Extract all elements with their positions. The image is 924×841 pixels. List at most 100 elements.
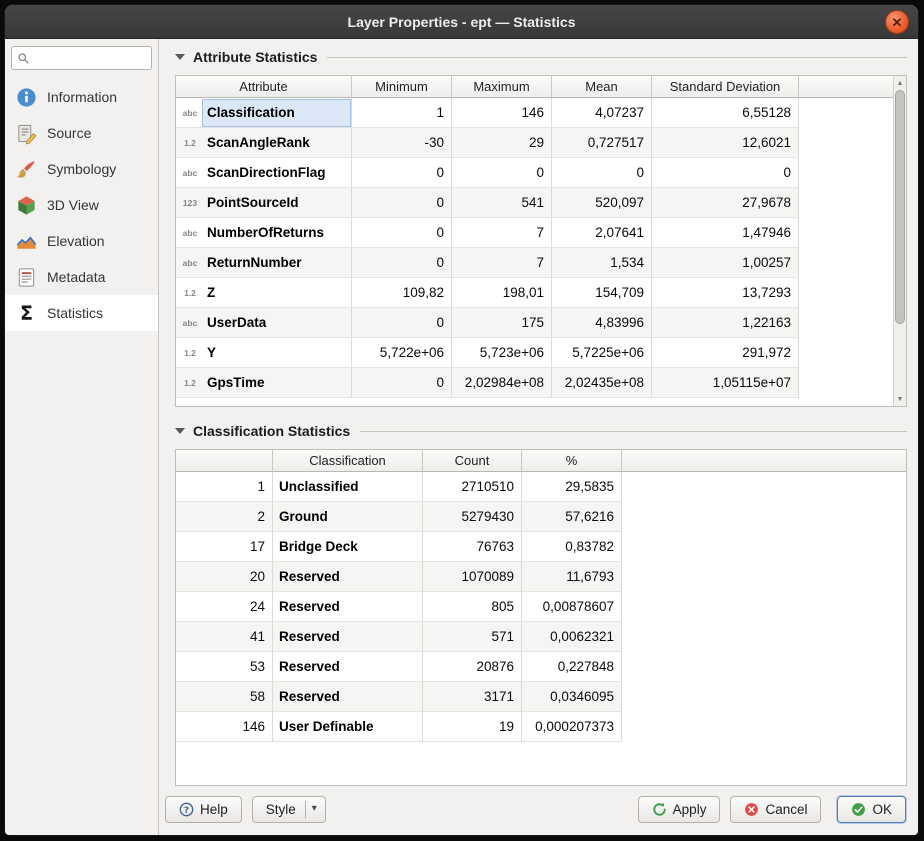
maximum-cell[interactable]: 0 <box>452 158 552 188</box>
std-deviation-cell[interactable]: 1,22163 <box>652 308 799 338</box>
maximum-cell[interactable]: 7 <box>452 218 552 248</box>
maximum-cell[interactable]: 7 <box>452 248 552 278</box>
classification-code-cell[interactable]: 53 <box>176 652 273 682</box>
minimum-cell[interactable]: 0 <box>352 218 452 248</box>
classification-name-cell[interactable]: Reserved <box>273 652 423 682</box>
titlebar[interactable]: Layer Properties - ept — Statistics ✕ <box>5 5 918 39</box>
percent-cell[interactable]: 0,0346095 <box>522 682 622 712</box>
column-header-attribute[interactable]: Attribute <box>176 76 352 98</box>
classification-name-cell[interactable]: Reserved <box>273 562 423 592</box>
scroll-down-icon[interactable]: ▼ <box>894 393 906 405</box>
mean-cell[interactable]: 0 <box>552 158 652 188</box>
attribute-name-cell[interactable]: abcClassification <box>176 98 352 128</box>
std-deviation-cell[interactable]: 27,9678 <box>652 188 799 218</box>
scrollbar-thumb[interactable] <box>895 90 905 324</box>
attribute-name-cell[interactable]: 123PointSourceId <box>176 188 352 218</box>
percent-cell[interactable]: 0,000207373 <box>522 712 622 742</box>
percent-cell[interactable]: 0,00878607 <box>522 592 622 622</box>
classification-code-cell[interactable]: 20 <box>176 562 273 592</box>
count-cell[interactable]: 19 <box>423 712 522 742</box>
minimum-cell[interactable]: 0 <box>352 248 452 278</box>
scroll-up-icon[interactable]: ▲ <box>894 77 906 89</box>
percent-cell[interactable]: 0,83782 <box>522 532 622 562</box>
column-header-mean[interactable]: Mean <box>552 76 652 98</box>
count-cell[interactable]: 5279430 <box>423 502 522 532</box>
percent-cell[interactable]: 11,6793 <box>522 562 622 592</box>
maximum-cell[interactable]: 541 <box>452 188 552 218</box>
count-cell[interactable]: 3171 <box>423 682 522 712</box>
std-deviation-cell[interactable]: 291,972 <box>652 338 799 368</box>
classification-name-cell[interactable]: Reserved <box>273 682 423 712</box>
minimum-cell[interactable]: 0 <box>352 188 452 218</box>
classification-code-cell[interactable]: 41 <box>176 622 273 652</box>
classification-name-cell[interactable]: Reserved <box>273 592 423 622</box>
attribute-name-cell[interactable]: 1.2Z <box>176 278 352 308</box>
classification-name-cell[interactable]: Unclassified <box>273 472 423 502</box>
std-deviation-cell[interactable]: 12,6021 <box>652 128 799 158</box>
maximum-cell[interactable]: 175 <box>452 308 552 338</box>
maximum-cell[interactable]: 198,01 <box>452 278 552 308</box>
mean-cell[interactable]: 5,7225e+06 <box>552 338 652 368</box>
close-button[interactable]: ✕ <box>885 10 909 34</box>
mean-cell[interactable]: 4,07237 <box>552 98 652 128</box>
style-button[interactable]: Style ▾ <box>252 796 326 823</box>
attribute-name-cell[interactable]: abcUserData <box>176 308 352 338</box>
mean-cell[interactable]: 2,07641 <box>552 218 652 248</box>
std-deviation-cell[interactable]: 13,7293 <box>652 278 799 308</box>
column-header-classification[interactable]: Classification <box>273 450 423 472</box>
classification-name-cell[interactable]: User Definable <box>273 712 423 742</box>
minimum-cell[interactable]: 109,82 <box>352 278 452 308</box>
cancel-button[interactable]: Cancel <box>730 796 821 823</box>
attribute-name-cell[interactable]: 1.2Y <box>176 338 352 368</box>
minimum-cell[interactable]: 0 <box>352 368 452 398</box>
percent-cell[interactable]: 0,227848 <box>522 652 622 682</box>
count-cell[interactable]: 571 <box>423 622 522 652</box>
std-deviation-cell[interactable]: 1,47946 <box>652 218 799 248</box>
sidebar-item-source[interactable]: Source <box>5 115 158 151</box>
minimum-cell[interactable]: -30 <box>352 128 452 158</box>
attribute-statistics-group-header[interactable]: Attribute Statistics <box>175 49 907 65</box>
sidebar-item-statistics[interactable]: ΣStatistics <box>5 295 158 331</box>
count-cell[interactable]: 20876 <box>423 652 522 682</box>
count-cell[interactable]: 2710510 <box>423 472 522 502</box>
apply-button[interactable]: Apply <box>638 796 721 823</box>
minimum-cell[interactable]: 1 <box>352 98 452 128</box>
mean-cell[interactable]: 0,727517 <box>552 128 652 158</box>
sidebar-search-input[interactable] <box>34 50 146 67</box>
classification-code-cell[interactable]: 1 <box>176 472 273 502</box>
sidebar-item-metadata[interactable]: Metadata <box>5 259 158 295</box>
attribute-name-cell[interactable]: 1.2ScanAngleRank <box>176 128 352 158</box>
column-header-maximum[interactable]: Maximum <box>452 76 552 98</box>
sidebar-item-symbology[interactable]: Symbology <box>5 151 158 187</box>
classification-statistics-group-header[interactable]: Classification Statistics <box>175 423 907 439</box>
mean-cell[interactable]: 1,534 <box>552 248 652 278</box>
help-button[interactable]: ? Help <box>165 796 242 823</box>
count-cell[interactable]: 805 <box>423 592 522 622</box>
classification-code-cell[interactable]: 17 <box>176 532 273 562</box>
column-header-count[interactable]: Count <box>423 450 522 472</box>
std-deviation-cell[interactable]: 6,55128 <box>652 98 799 128</box>
vertical-scrollbar[interactable]: ▲ ▼ <box>893 76 906 406</box>
classification-name-cell[interactable]: Bridge Deck <box>273 532 423 562</box>
maximum-cell[interactable]: 29 <box>452 128 552 158</box>
column-header-std-deviation[interactable]: Standard Deviation <box>652 76 799 98</box>
classification-name-cell[interactable]: Ground <box>273 502 423 532</box>
attribute-name-cell[interactable]: abcScanDirectionFlag <box>176 158 352 188</box>
classification-code-cell[interactable]: 2 <box>176 502 273 532</box>
column-header-percent[interactable]: % <box>522 450 622 472</box>
minimum-cell[interactable]: 0 <box>352 308 452 338</box>
mean-cell[interactable]: 520,097 <box>552 188 652 218</box>
sidebar-item-information[interactable]: Information <box>5 79 158 115</box>
percent-cell[interactable]: 57,6216 <box>522 502 622 532</box>
mean-cell[interactable]: 2,02435e+08 <box>552 368 652 398</box>
minimum-cell[interactable]: 5,722e+06 <box>352 338 452 368</box>
std-deviation-cell[interactable]: 1,05115e+07 <box>652 368 799 398</box>
percent-cell[interactable]: 29,5835 <box>522 472 622 502</box>
maximum-cell[interactable]: 2,02984e+08 <box>452 368 552 398</box>
maximum-cell[interactable]: 5,723e+06 <box>452 338 552 368</box>
maximum-cell[interactable]: 146 <box>452 98 552 128</box>
classification-code-cell[interactable]: 146 <box>176 712 273 742</box>
minimum-cell[interactable]: 0 <box>352 158 452 188</box>
classification-code-cell[interactable]: 24 <box>176 592 273 622</box>
column-header-minimum[interactable]: Minimum <box>352 76 452 98</box>
